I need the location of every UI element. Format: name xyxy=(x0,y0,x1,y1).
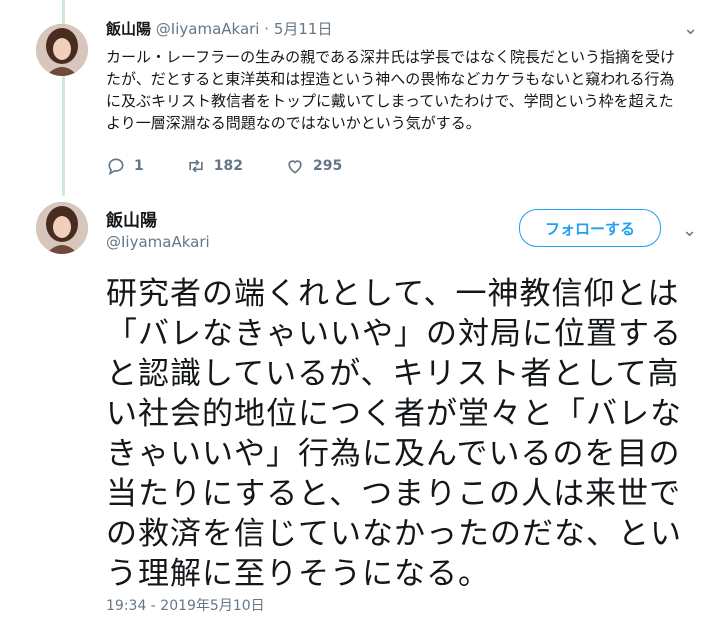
reply-icon xyxy=(108,158,124,176)
like-count: 295 xyxy=(312,158,343,174)
reply-tweet-text: カール・レーフラーの生みの親である深井氏は学長ではなく院長だという指摘を受けたが… xyxy=(106,48,675,132)
tweet-timestamp[interactable]: 19:34 - 2019年5月10日 xyxy=(106,595,265,615)
retweet-count: 182 xyxy=(213,158,243,174)
reply-header: 飯山陽 @IiyamaAkari · 5月11日 xyxy=(106,18,332,39)
avatar[interactable] xyxy=(36,24,88,76)
follow-button[interactable]: フォローする xyxy=(519,209,661,247)
chevron-down-icon[interactable]: ⌄ xyxy=(682,220,697,241)
reply-count: 1 xyxy=(134,158,144,174)
reply-actions-bar: 1 182 295 xyxy=(106,156,384,176)
like-icon xyxy=(288,160,302,174)
separator-dot: · xyxy=(264,20,270,38)
main-author-handle[interactable]: @IiyamaAkari xyxy=(106,233,210,251)
retweet-action[interactable]: 182 xyxy=(186,156,243,176)
reply-action[interactable]: 1 xyxy=(106,156,144,176)
reply-author-name[interactable]: 飯山陽 xyxy=(106,20,151,38)
main-author-name[interactable]: 飯山陽 xyxy=(106,206,157,231)
like-action[interactable]: 295 xyxy=(285,156,342,176)
avatar-image xyxy=(36,24,88,76)
retweet-icon xyxy=(189,159,203,173)
main-tweet-text: 研究者の端くれとして、一神教信仰とは「バレなきゃいいや」の対局に位置すると認識し… xyxy=(106,276,682,592)
chevron-down-icon[interactable]: ⌄ xyxy=(683,18,698,39)
avatar-image xyxy=(36,202,88,254)
reply-date[interactable]: 5月11日 xyxy=(274,20,333,38)
reply-author-handle[interactable]: @IiyamaAkari xyxy=(156,20,260,38)
avatar[interactable] xyxy=(36,202,88,254)
